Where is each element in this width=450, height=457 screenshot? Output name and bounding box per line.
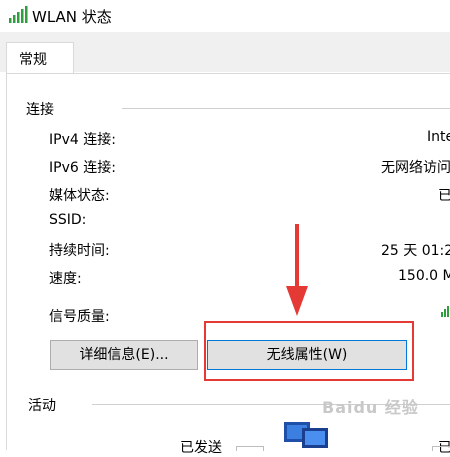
- network-computers-icon: [284, 422, 328, 448]
- duration-label: 持续时间:: [49, 243, 110, 259]
- ssid-label: SSID:: [49, 212, 87, 228]
- watermark: Baidu 经验: [322, 398, 419, 417]
- wifi-signal-icon: [9, 6, 28, 23]
- media-state-label: 媒体状态:: [49, 188, 110, 204]
- sent-label: 已发送: [180, 440, 222, 456]
- duration-value: 25 天 01:2: [381, 243, 450, 259]
- ipv6-value: 无网络访问: [381, 160, 450, 176]
- window-title: WLAN 状态: [32, 8, 112, 26]
- ipv4-label: IPv4 连接:: [49, 132, 116, 148]
- tab-general[interactable]: 常规: [6, 42, 74, 74]
- signal-strength-icon: [441, 306, 449, 317]
- details-button[interactable]: 详细信息(E)...: [50, 340, 198, 370]
- signal-quality-label: 信号质量:: [49, 309, 110, 325]
- connection-group-label: 连接: [26, 102, 54, 118]
- ipv4-value: Inte: [427, 129, 450, 145]
- tab-general-label: 常规: [19, 52, 47, 68]
- received-bar: [432, 446, 450, 451]
- media-state-value: 已: [438, 188, 450, 204]
- speed-label: 速度:: [49, 271, 82, 287]
- activity-group-label: 活动: [28, 398, 56, 414]
- connection-group-divider: [122, 108, 450, 109]
- speed-value: 150.0 M: [398, 268, 450, 284]
- red-arrow-icon: [286, 224, 308, 316]
- highlight-box: [204, 321, 414, 381]
- ipv6-label: IPv6 连接:: [49, 160, 116, 176]
- title-bar: WLAN 状态: [0, 0, 450, 32]
- sent-bar: [236, 446, 264, 451]
